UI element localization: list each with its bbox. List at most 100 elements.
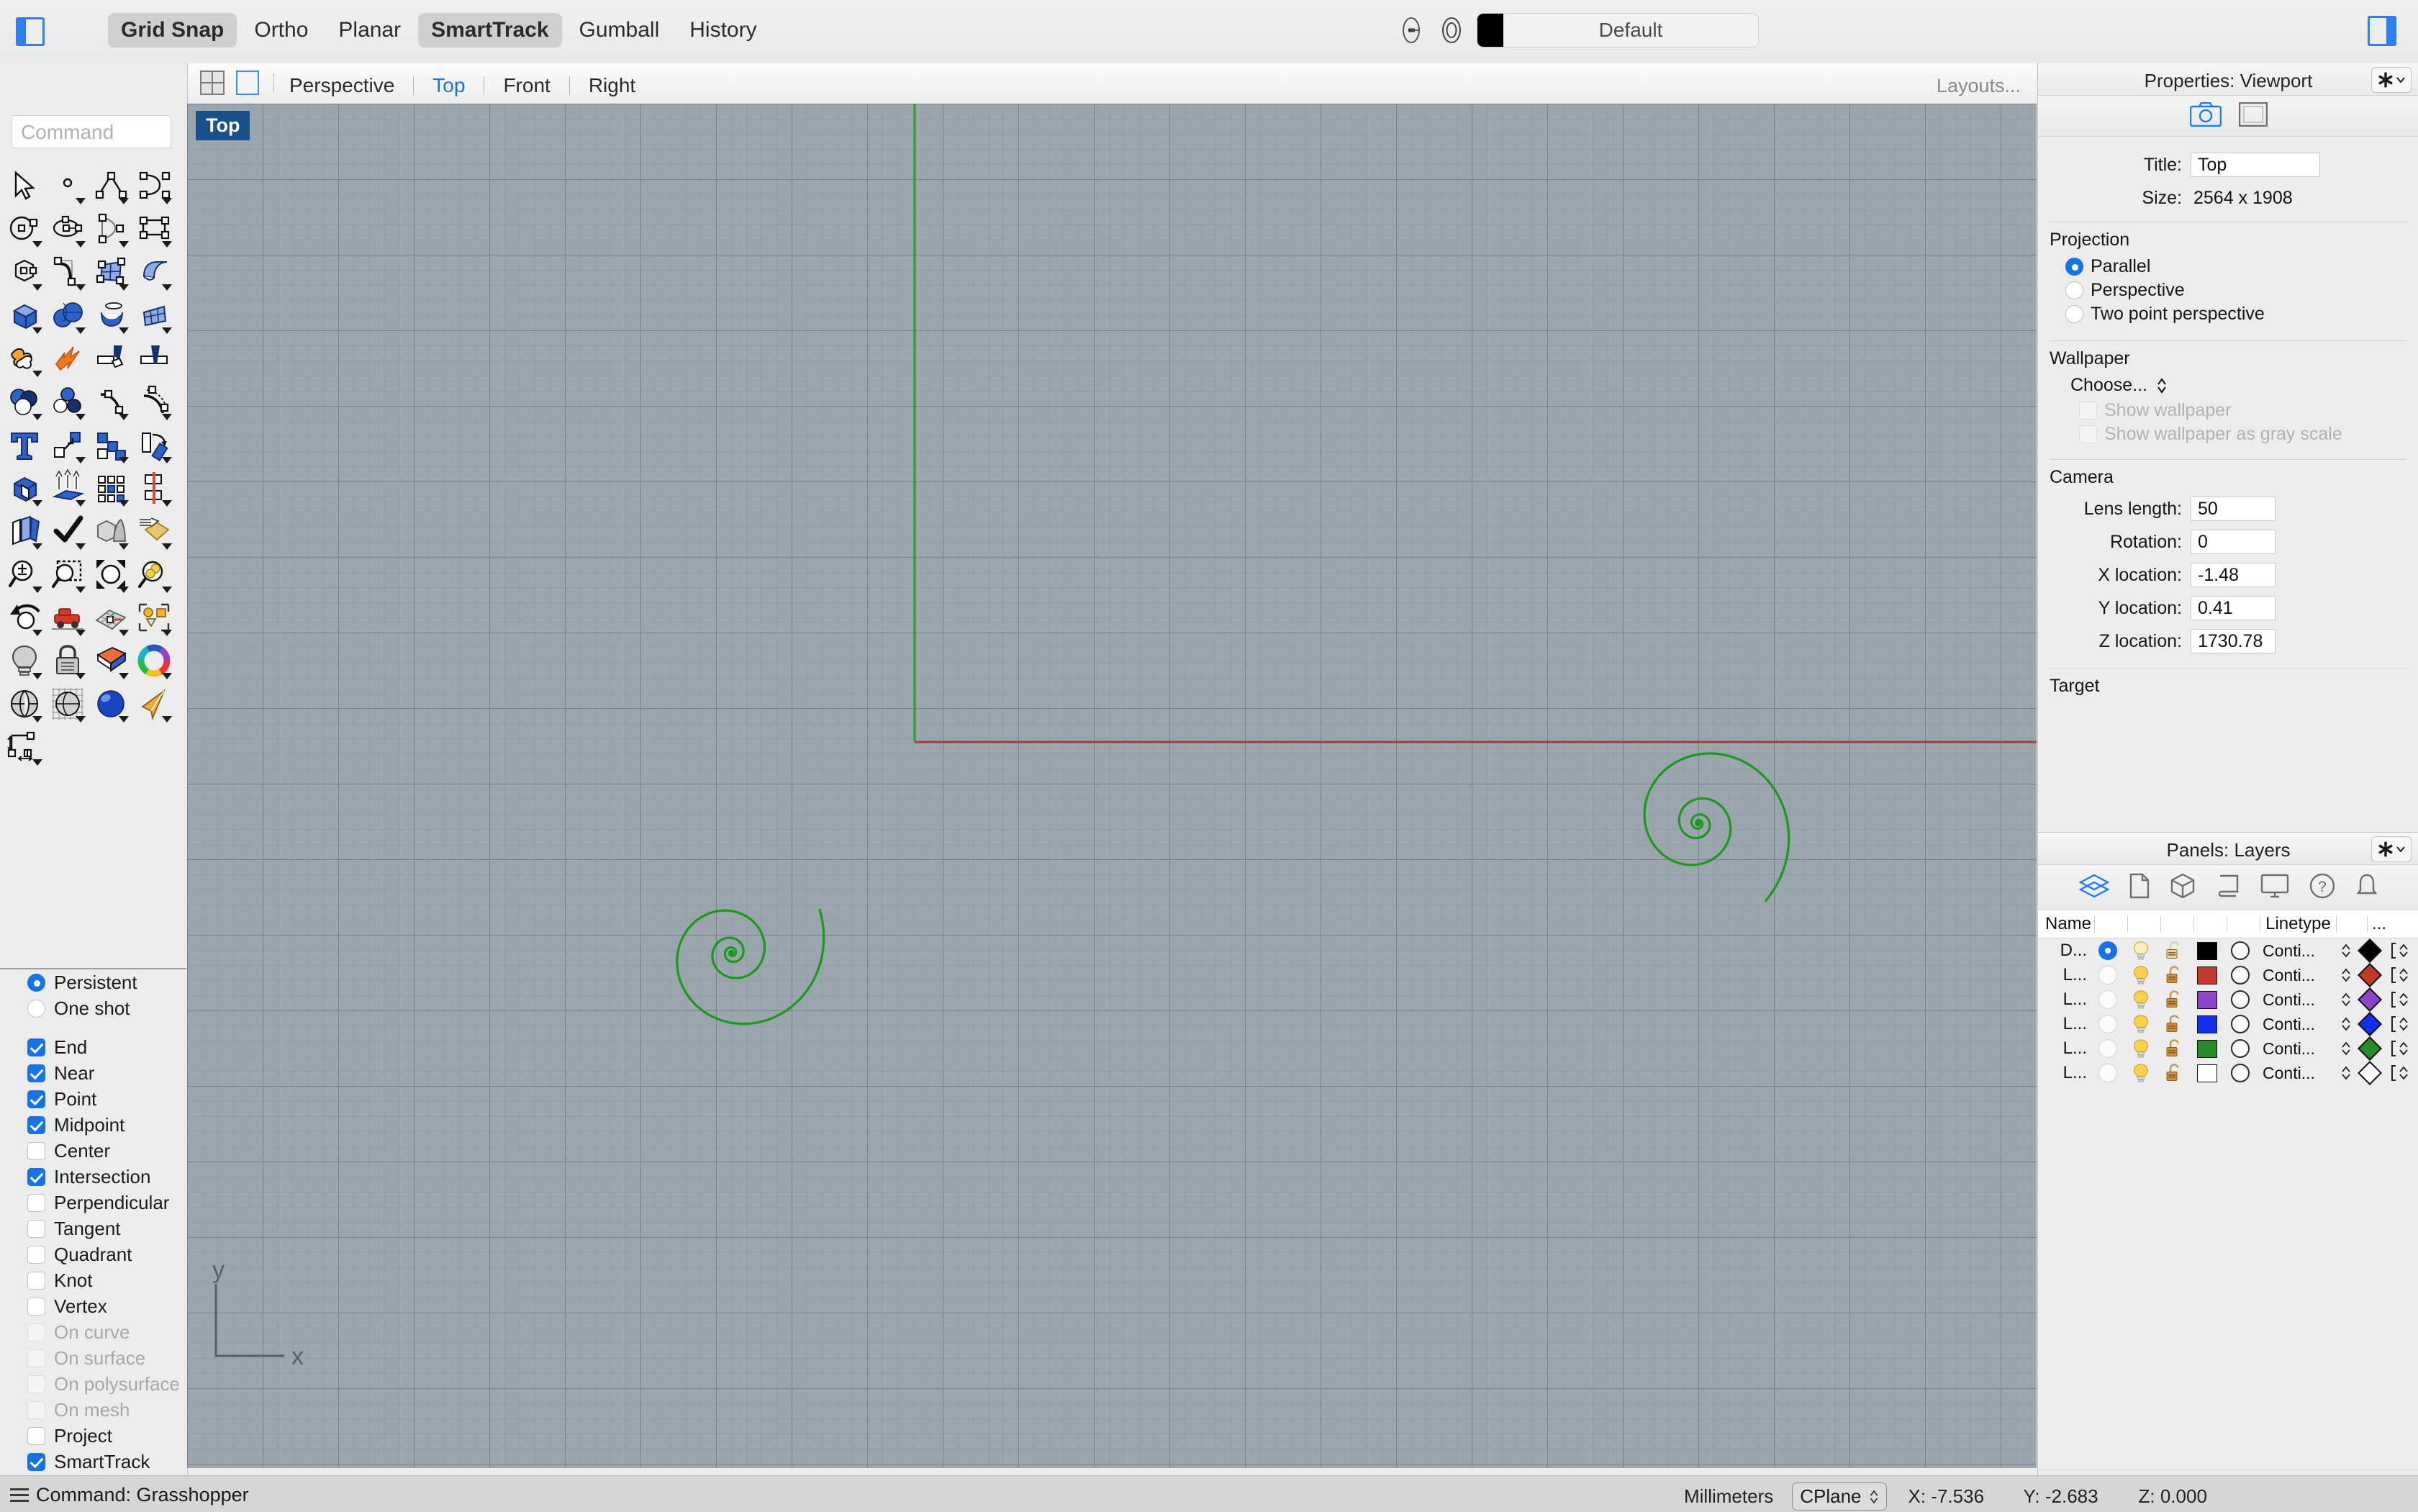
flyout-arrow-icon[interactable] — [76, 543, 86, 550]
layer-current-radio[interactable] — [2091, 1012, 2124, 1036]
ellipse-icon[interactable] — [46, 207, 89, 250]
revolve-icon[interactable] — [89, 294, 132, 337]
layer-print-color-swatch[interactable] — [2354, 938, 2386, 963]
walkabout-icon[interactable] — [46, 596, 89, 639]
osnap-mode-persistent[interactable]: Persistent — [0, 969, 186, 995]
dimension-icon[interactable] — [3, 725, 46, 769]
osnap-item-quadrant[interactable]: Quadrant — [0, 1241, 186, 1267]
layer-visibility-icon[interactable] — [2124, 1061, 2157, 1085]
flyout-arrow-icon[interactable] — [162, 630, 172, 636]
layer-material-icon[interactable] — [2224, 938, 2257, 963]
flyout-arrow-icon[interactable] — [32, 500, 42, 507]
layer-lock-icon[interactable] — [2157, 938, 2191, 963]
layer-visibility-icon[interactable] — [2124, 1036, 2157, 1061]
light-icon[interactable] — [3, 639, 46, 682]
layer-current-radio[interactable] — [2091, 1061, 2124, 1085]
layer-linetype-stepper[interactable] — [2338, 938, 2354, 963]
column-more[interactable]: ... — [2368, 910, 2391, 938]
layer-linetype[interactable]: Conti... — [2263, 990, 2315, 1010]
arc-icon[interactable] — [89, 207, 132, 250]
intersect-solids-icon[interactable] — [89, 510, 132, 553]
split-icon[interactable] — [132, 337, 176, 380]
flyout-arrow-icon[interactable] — [119, 630, 129, 636]
boolean-union-icon[interactable] — [3, 337, 46, 380]
scroll-icon[interactable] — [2216, 873, 2240, 902]
camera-field-input[interactable]: 0.41 — [2191, 596, 2276, 620]
surface-network-icon[interactable] — [132, 294, 176, 337]
layer-color-swatch[interactable] — [2191, 938, 2224, 963]
camera-field-input[interactable]: 50 — [2191, 497, 2276, 521]
layer-linetype-stepper[interactable] — [2338, 1012, 2354, 1036]
layer-lock-icon[interactable] — [2157, 1061, 2191, 1085]
flyout-arrow-icon[interactable] — [32, 543, 42, 550]
layer-current-radio[interactable] — [2091, 987, 2124, 1012]
layer-visibility-icon[interactable] — [2124, 938, 2157, 963]
layer-row[interactable]: L... Conti... — [2038, 1012, 2418, 1036]
layer-lock-icon[interactable] — [2157, 987, 2191, 1012]
tab-right[interactable]: Right — [573, 71, 651, 101]
layer-visibility-icon[interactable] — [2124, 987, 2157, 1012]
circle-icon[interactable] — [3, 207, 46, 250]
osnap-item-tangent[interactable]: Tangent — [0, 1216, 186, 1241]
flyout-arrow-icon[interactable] — [162, 587, 172, 593]
loft-surface-icon[interactable] — [132, 250, 176, 294]
flyout-arrow-icon[interactable] — [76, 673, 86, 679]
layer-material-icon[interactable] — [2224, 1012, 2257, 1036]
flyout-arrow-icon[interactable] — [76, 587, 86, 593]
flyout-arrow-icon[interactable] — [76, 716, 86, 723]
object-icon[interactable] — [2170, 873, 2196, 902]
layer-linetype[interactable]: Conti... — [2263, 941, 2315, 961]
mode-toggle-grid-snap[interactable]: Grid Snap — [108, 13, 237, 47]
curve-icon[interactable] — [132, 164, 176, 207]
flyout-arrow-icon[interactable] — [32, 587, 42, 593]
camera-icon[interactable] — [2189, 101, 2222, 130]
show-wallpaper-checkbox[interactable]: Show wallpaper — [2079, 399, 2418, 422]
layer-row[interactable]: L... Conti... — [2038, 1036, 2418, 1061]
layer-row[interactable]: L... Conti... — [2038, 1061, 2418, 1085]
projection-two-point[interactable]: Two point perspective — [2065, 302, 2418, 326]
osnap-item-midpoint[interactable]: Midpoint — [0, 1112, 186, 1138]
flyout-arrow-icon[interactable] — [162, 673, 172, 679]
flyout-arrow-icon[interactable] — [162, 457, 172, 463]
layer-visibility-icon[interactable] — [2124, 963, 2157, 987]
status-command-area[interactable]: Command: Grasshopper — [10, 1484, 249, 1506]
point-icon[interactable] — [46, 164, 89, 207]
layer-print-width[interactable] — [2386, 987, 2414, 1012]
notifications-icon[interactable] — [2355, 873, 2378, 902]
mode-toggle-smarttrack[interactable]: SmartTrack — [418, 13, 562, 47]
osnap-item-project[interactable]: Project — [0, 1423, 186, 1449]
flyout-arrow-icon[interactable] — [162, 241, 172, 248]
layer-lock-icon[interactable] — [2157, 963, 2191, 987]
flyout-arrow-icon[interactable] — [76, 414, 86, 420]
gradient-fill-icon[interactable] — [132, 510, 176, 553]
layer-print-width[interactable] — [2386, 963, 2414, 987]
scale-icon[interactable] — [3, 466, 46, 510]
viewport-title-input[interactable]: Top — [2191, 153, 2320, 177]
tab-perspective[interactable]: Perspective — [273, 71, 410, 101]
select-arrow-icon[interactable] — [3, 164, 46, 207]
camera-field-input[interactable]: 0 — [2191, 530, 2276, 554]
left-panel-toggle-icon[interactable] — [16, 17, 46, 47]
zoom-in-out-icon[interactable] — [3, 553, 46, 596]
viewport-top[interactable]: Top y x — [187, 104, 2037, 1468]
layer-print-width[interactable] — [2386, 1036, 2414, 1061]
flyout-arrow-icon[interactable] — [119, 673, 129, 679]
layer-linetype-stepper[interactable] — [2338, 1036, 2354, 1061]
layer-name[interactable]: D... — [2038, 938, 2091, 963]
flyout-arrow-icon[interactable] — [119, 241, 129, 248]
osnap-item-point[interactable]: Point — [0, 1086, 186, 1112]
box-icon[interactable] — [3, 294, 46, 337]
array-icon[interactable] — [89, 466, 132, 510]
flyout-arrow-icon[interactable] — [32, 327, 42, 334]
osnap-item-center[interactable]: Center — [0, 1138, 186, 1164]
flyout-arrow-icon[interactable] — [32, 284, 42, 291]
camera-field-input[interactable]: -1.48 — [2191, 563, 2276, 587]
layer-material-icon[interactable] — [2224, 1036, 2257, 1061]
flyout-arrow-icon[interactable] — [119, 198, 129, 204]
flyout-arrow-icon[interactable] — [119, 284, 129, 291]
flyout-arrow-icon[interactable] — [162, 198, 172, 204]
flyout-arrow-icon[interactable] — [119, 500, 129, 507]
text-icon[interactable] — [3, 423, 46, 466]
flyout-arrow-icon[interactable] — [32, 371, 42, 377]
surface-from-curves-icon[interactable] — [89, 250, 132, 294]
